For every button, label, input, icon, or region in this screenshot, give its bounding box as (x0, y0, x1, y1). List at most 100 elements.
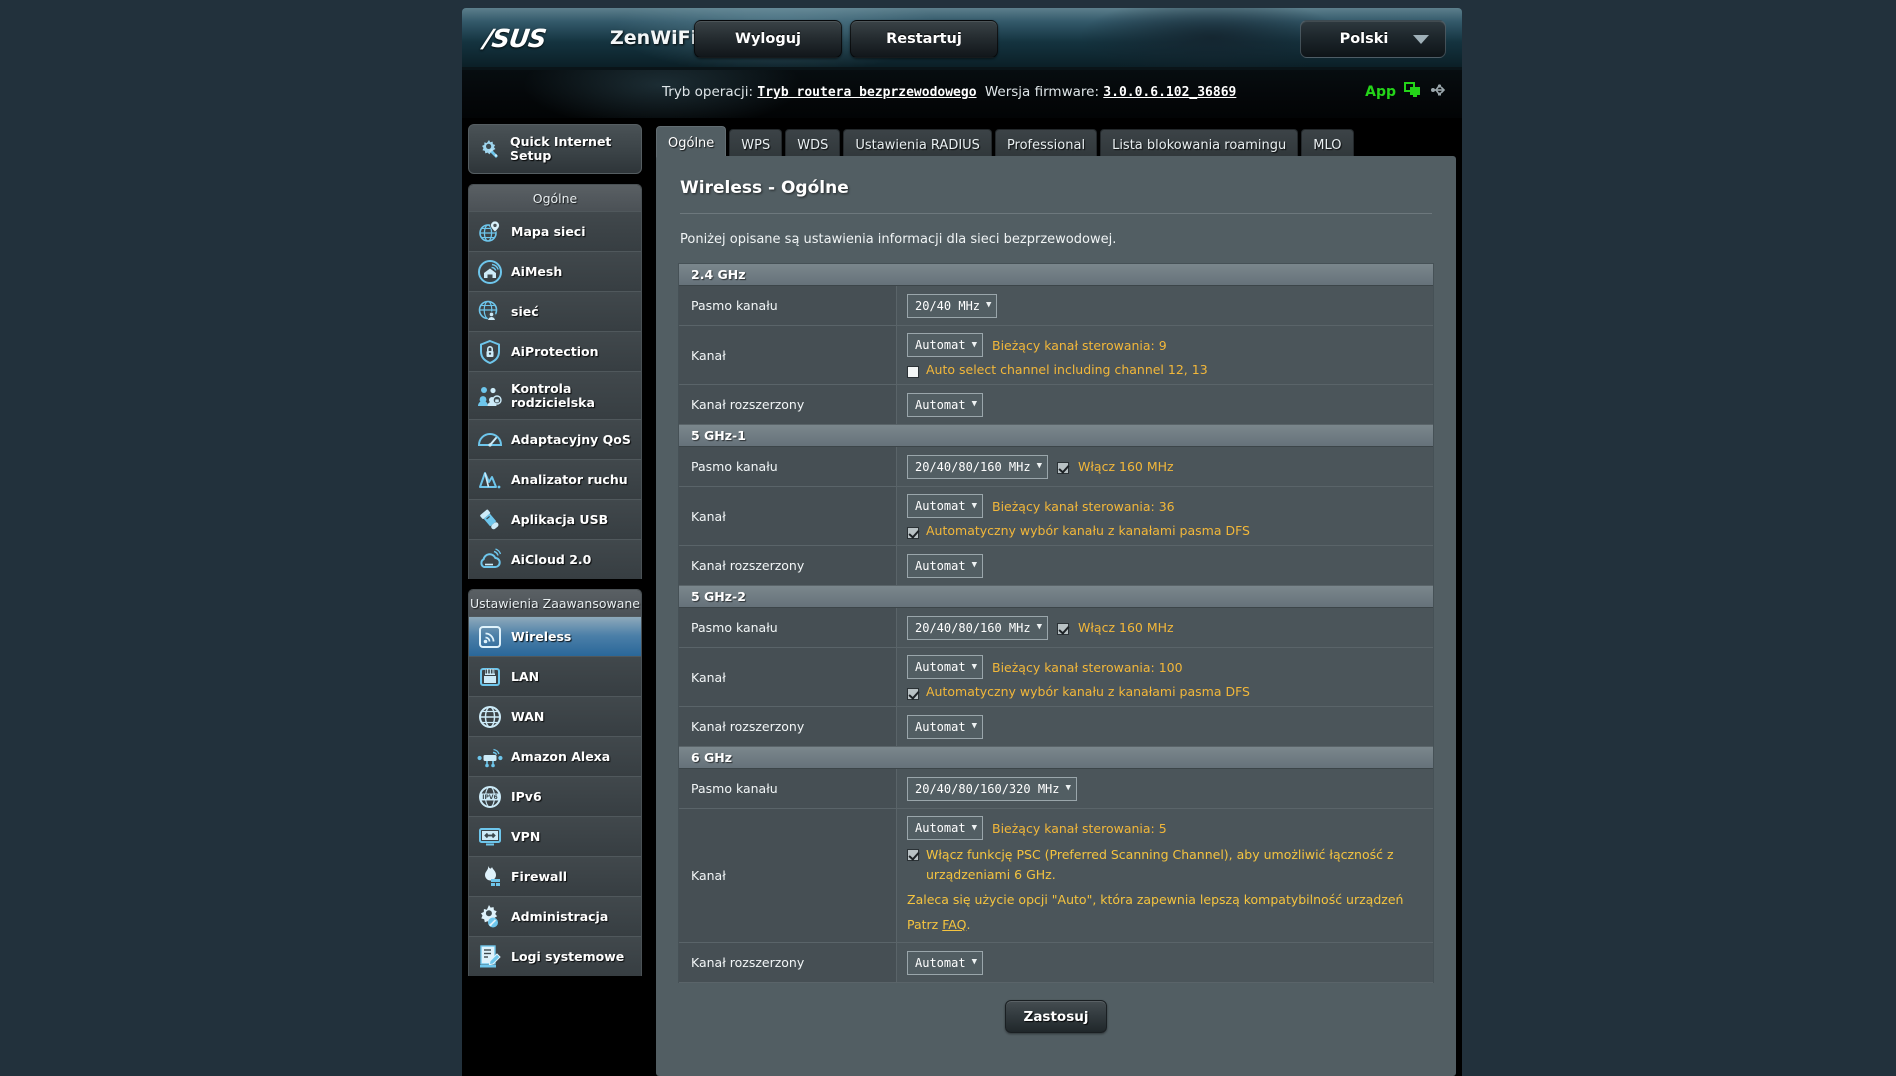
enable-160mhz-checkbox-5ghz1[interactable] (1057, 461, 1070, 474)
parental-control-icon (477, 383, 503, 409)
sidebar-item-wireless[interactable]: Wireless (469, 616, 641, 656)
row-label: Kanał (679, 648, 897, 706)
select-value: Automat (915, 499, 966, 513)
row-value: Automat ▼ (897, 385, 1433, 424)
chevron-down-icon: ▼ (971, 661, 977, 672)
firewall-flame-icon (477, 864, 503, 890)
row-channel-24ghz: Kanał Automat ▼ Bieżący kanał sterowania… (679, 326, 1433, 385)
sidebar-item-firewall[interactable]: Firewall (469, 856, 641, 896)
auto-select-channel-12-13-label: Auto select channel including channel 12… (926, 362, 1208, 377)
op-mode-value[interactable]: Tryb routera bezprzewodowego (757, 85, 976, 100)
sidebar-item-label: sieć (511, 303, 539, 319)
firmware-label: Wersja firmware: (984, 84, 1099, 100)
row-label: Pasmo kanału (679, 769, 897, 808)
select-value: 20/40/80/160 MHz (915, 620, 1031, 635)
network-map-icon (477, 219, 503, 245)
enable-psc-checkbox-6ghz[interactable] (907, 849, 919, 861)
row-value: 20/40/80/160/320 MHz ▼ (897, 769, 1433, 808)
qos-gauge-icon (477, 427, 503, 453)
sidebar-item-aplikacja-usb[interactable]: Aplikacja USB (469, 499, 641, 539)
logout-button[interactable]: Wyloguj (694, 20, 842, 58)
usb-application-icon (477, 507, 503, 533)
ipv6-icon: IPV6 (477, 784, 503, 810)
sidebar-item-kontrola-rodzicielska[interactable]: Kontrola rodzicielska (469, 371, 641, 419)
enable-160mhz-label-5ghz1: Włącz 160 MHz (1078, 459, 1174, 474)
select-value: 20/40/80/160 MHz (915, 459, 1031, 474)
usb-icon[interactable] (1430, 82, 1448, 102)
extension-channel-select-5ghz1[interactable]: Automat ▼ (907, 553, 983, 578)
reboot-button[interactable]: Restartuj (850, 20, 998, 58)
row-label: Kanał rozszerzony (679, 385, 897, 424)
bandwidth-select-5ghz2[interactable]: 20/40/80/160 MHz ▼ (907, 615, 1049, 640)
row-value: Automat ▼ Bieżący kanał sterowania: 5 Wł… (897, 809, 1433, 942)
sidebar-group-advanced-title: Ustawienia Zaawansowane (469, 590, 641, 616)
page-header: Wireless - Ogólne Poniżej opisane są ust… (656, 156, 1456, 247)
bandwidth-select-5ghz1[interactable]: 20/40/80/160 MHz ▼ (907, 454, 1049, 479)
sidebar-item-mapa-sieci[interactable]: Mapa sieci (469, 211, 641, 251)
wireless-settings-table: 2.4 GHz Pasmo kanału 20/40 MHz ▼ Kanał A… (678, 263, 1434, 983)
language-selector[interactable]: Polski (1300, 20, 1446, 58)
svg-text:IPV6: IPV6 (482, 794, 497, 801)
enable-160mhz-checkbox-5ghz2[interactable] (1057, 622, 1070, 635)
sidebar-item-siec[interactable]: sieć (469, 291, 641, 331)
chevron-down-icon: ▼ (971, 399, 977, 409)
faq-suffix: . (966, 917, 971, 932)
sidebar-item-lan[interactable]: LAN (469, 656, 641, 696)
bandwidth-select-6ghz[interactable]: 20/40/80/160/320 MHz ▼ (907, 776, 1077, 801)
auto-select-channel-12-13-checkbox[interactable] (907, 366, 919, 378)
apply-button[interactable]: Zastosuj (1005, 1000, 1107, 1033)
sidebar-item-label: Administracja (511, 908, 609, 924)
page-description: Poniżej opisane są ustawienia informacji… (680, 232, 1117, 247)
enable-160mhz-label-5ghz2: Włącz 160 MHz (1078, 620, 1174, 635)
channel-select-24ghz[interactable]: Automat ▼ (907, 333, 983, 357)
sidebar-item-wan[interactable]: WAN (469, 696, 641, 736)
sidebar-item-analizator-ruchu[interactable]: Analizator ruchu (469, 459, 641, 499)
sidebar-item-adaptacyjny-qos[interactable]: Adaptacyjny QoS (469, 419, 641, 459)
sidebar-item-quick-internet-setup[interactable]: Quick Internet Setup (468, 124, 642, 174)
channel-select-6ghz[interactable]: Automat ▼ (907, 816, 983, 840)
select-value: Automat (915, 338, 966, 352)
tab-ogolne[interactable]: Ogólne (656, 126, 727, 160)
app-monitor-icon[interactable] (1404, 82, 1422, 102)
firmware-version-value[interactable]: 3.0.0.6.102_36869 (1103, 85, 1236, 100)
sidebar-item-aimesh[interactable]: AiMesh (469, 251, 641, 291)
auto-dfs-channel-checkbox-5ghz2[interactable] (907, 688, 919, 700)
wan-globe-icon (477, 704, 503, 730)
administration-gear-icon (477, 904, 503, 930)
sidebar-item-label: WAN (511, 708, 545, 724)
auto-dfs-channel-checkbox-5ghz1[interactable] (907, 527, 919, 539)
row-label: Kanał rozszerzony (679, 943, 897, 982)
faq-line-6ghz: Patrz FAQ. (907, 915, 1423, 935)
aicloud-icon (477, 547, 503, 573)
status-info-bar: Tryb operacji: Tryb routera bezprzewodow… (462, 70, 1462, 118)
select-value: Automat (915, 558, 966, 573)
channel-select-5ghz1[interactable]: Automat ▼ (907, 494, 983, 518)
auto-recommendation-text-6ghz: Zaleca się użycie opcji "Auto", która za… (907, 892, 1404, 907)
row-value: 20/40/80/160 MHz ▼ Włącz 160 MHz (897, 608, 1433, 647)
extension-channel-select-6ghz[interactable]: Automat ▼ (907, 950, 983, 975)
section-header-5ghz2: 5 GHz-2 (679, 586, 1433, 608)
operation-mode-info: Tryb operacji: Tryb routera bezprzewodow… (662, 84, 1236, 100)
sidebar-item-label: LAN (511, 668, 540, 684)
sidebar-item-aicloud[interactable]: AiCloud 2.0 (469, 539, 641, 579)
sidebar-item-amazon-alexa[interactable]: Amazon Alexa (469, 736, 641, 776)
current-control-channel-5ghz2: Bieżący kanał sterowania: 100 (992, 659, 1183, 675)
sidebar-item-label: AiCloud 2.0 (511, 551, 592, 567)
asus-logo: /SUS (481, 24, 548, 53)
sidebar-item-aiprotection[interactable]: AiProtection (469, 331, 641, 371)
extension-channel-select-5ghz2[interactable]: Automat ▼ (907, 714, 983, 739)
sidebar-item-label: Amazon Alexa (511, 748, 611, 764)
sidebar-item-administracja[interactable]: Administracja (469, 896, 641, 936)
faq-prefix: Patrz (907, 917, 943, 932)
sidebar-item-vpn[interactable]: VPN (469, 816, 641, 856)
faq-link[interactable]: FAQ (942, 917, 966, 932)
shield-lock-icon (477, 339, 503, 365)
sidebar-item-logi-systemowe[interactable]: Logi systemowe (469, 936, 641, 976)
channel-select-5ghz2[interactable]: Automat ▼ (907, 655, 983, 679)
extension-channel-select-24ghz[interactable]: Automat ▼ (907, 392, 983, 417)
bandwidth-select-24ghz[interactable]: 20/40 MHz ▼ (907, 293, 998, 318)
row-bandwidth-6ghz: Pasmo kanału 20/40/80/160/320 MHz ▼ (679, 769, 1433, 809)
select-value: 20/40/80/160/320 MHz (915, 781, 1060, 796)
sidebar-item-ipv6[interactable]: IPV6 IPv6 (469, 776, 641, 816)
sidebar-group-advanced: Ustawienia Zaawansowane Wireless LAN WAN… (468, 589, 642, 976)
